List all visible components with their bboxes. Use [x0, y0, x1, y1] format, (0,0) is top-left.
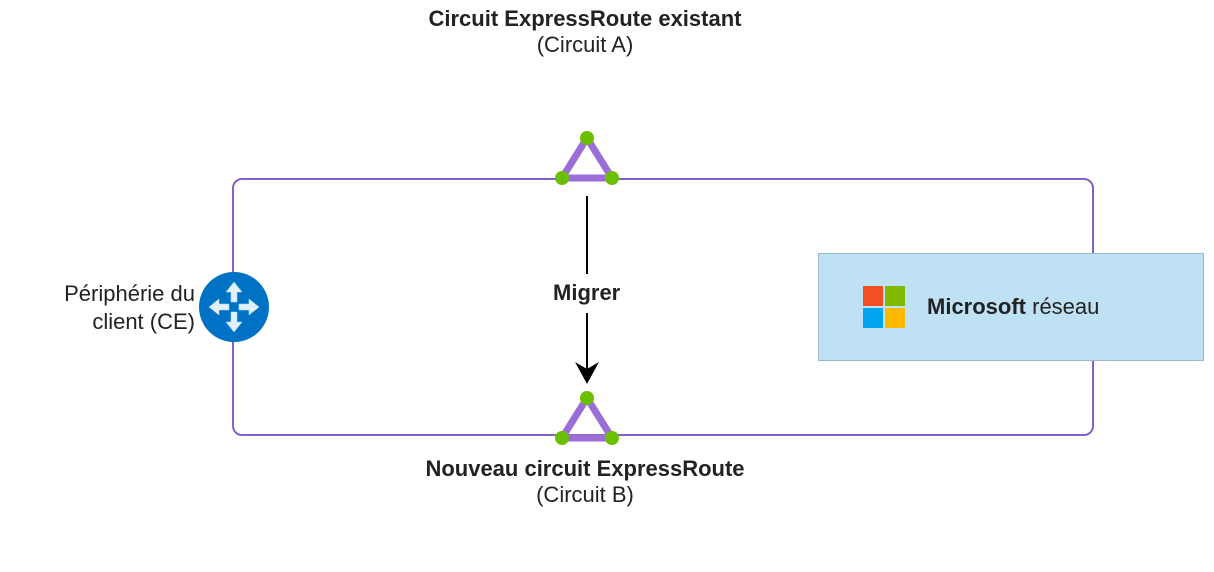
existing-circuit-subtitle: (Circuit A) [380, 32, 790, 58]
expressroute-triangle-icon [552, 388, 622, 448]
new-circuit-subtitle: (Circuit B) [380, 482, 790, 508]
new-circuit-title: Nouveau circuit ExpressRoute [380, 456, 790, 482]
ms-label-bold: Microsoft [927, 294, 1026, 319]
customer-edge-label: Périphérie du client (CE) [35, 280, 195, 335]
diagram-canvas: Circuit ExpressRoute existant (Circuit A… [0, 0, 1214, 572]
migrate-arrow-head [575, 362, 599, 389]
ce-label-line1: Périphérie du [35, 280, 195, 308]
migrate-arrow-bottom-segment [586, 313, 588, 369]
microsoft-network-label: Microsoft réseau [927, 294, 1099, 320]
existing-circuit-title: Circuit ExpressRoute existant [380, 6, 790, 32]
customer-edge-icon [199, 272, 269, 342]
ce-label-line2: client (CE) [35, 308, 195, 336]
expressroute-triangle-bottom [552, 388, 622, 448]
ce-arrows-icon [205, 278, 263, 336]
expressroute-triangle-top [552, 128, 622, 188]
new-circuit-label: Nouveau circuit ExpressRoute (Circuit B) [380, 456, 790, 509]
expressroute-triangle-icon [552, 128, 622, 188]
migrate-arrow-top-segment [586, 196, 588, 274]
ms-label-normal: réseau [1026, 294, 1099, 319]
microsoft-logo-icon [863, 286, 905, 328]
migrate-label: Migrer [553, 280, 620, 306]
existing-circuit-label: Circuit ExpressRoute existant (Circuit A… [380, 6, 790, 59]
microsoft-network-box: Microsoft réseau [818, 253, 1204, 361]
